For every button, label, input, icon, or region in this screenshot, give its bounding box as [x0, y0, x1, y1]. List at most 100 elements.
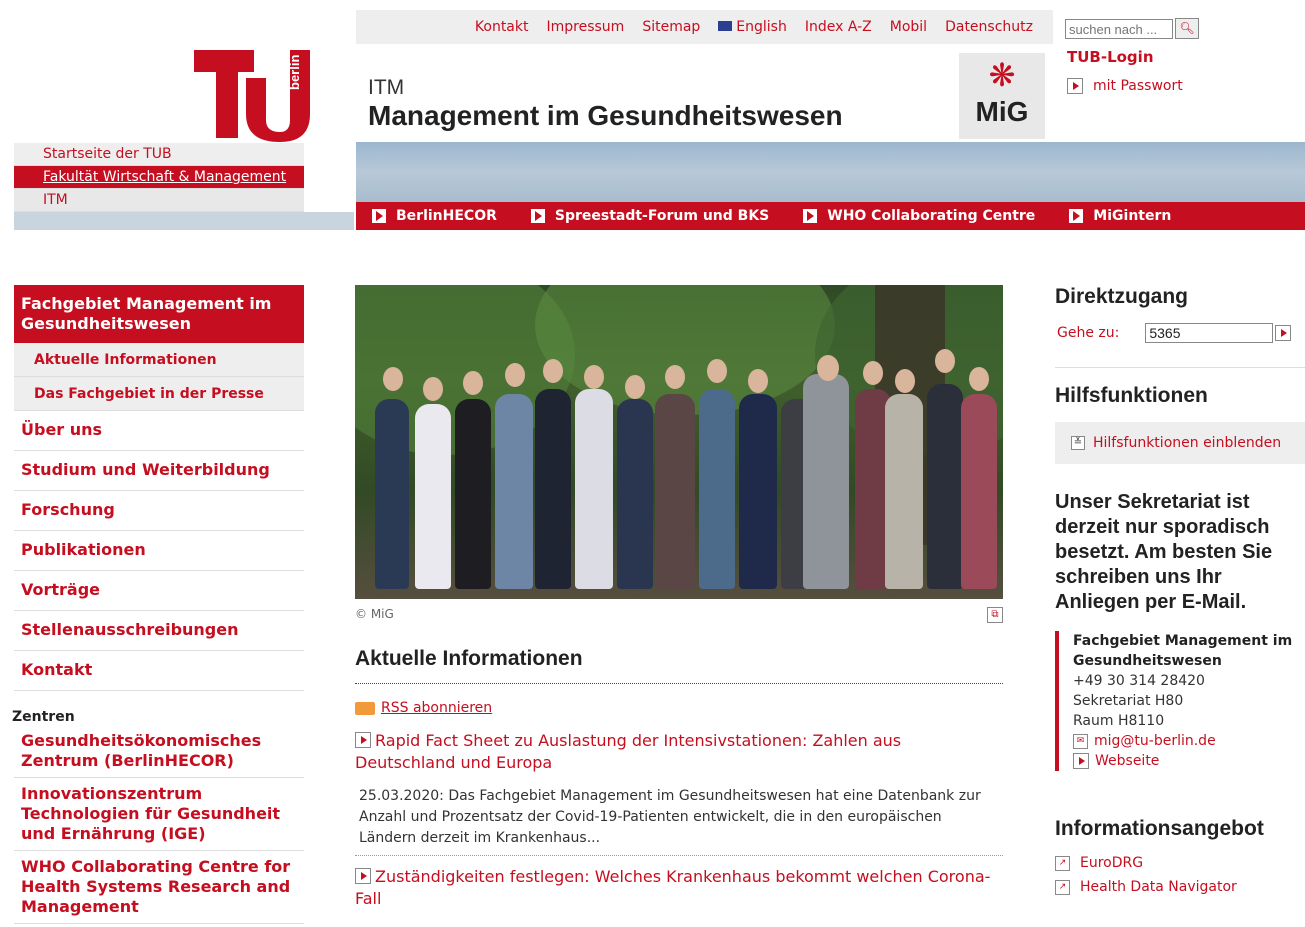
- news-item-title[interactable]: Rapid Fact Sheet zu Auslastung der Inten…: [355, 730, 1003, 774]
- right-sidebar: Direktzugang Gehe zu: Hilfsfunktionen ≚ …: [1055, 285, 1305, 895]
- tab-spreestadt-forum[interactable]: Spreestadt-Forum und BKS: [530, 208, 770, 224]
- login-password-label: mit Passwort: [1093, 78, 1183, 94]
- news-title-text: Zuständigkeiten festlegen: Welches Krank…: [355, 867, 991, 908]
- search-area: 🔍︎: [1053, 10, 1305, 44]
- arrow-right-icon: [355, 732, 371, 748]
- nav-item-ueber-uns[interactable]: Über uns: [14, 411, 304, 451]
- secretariat-notice: Unser Sekretariat ist derzeit nur sporad…: [1055, 491, 1273, 613]
- info-link-label: EuroDRG: [1080, 855, 1144, 871]
- contact-web-link[interactable]: Webseite: [1073, 751, 1305, 771]
- nav-item-vortraege[interactable]: Vorträge: [14, 571, 304, 611]
- svg-text:berlin: berlin: [287, 55, 302, 90]
- top-tabs: BerlinHECOR Spreestadt-Forum und BKS WHO…: [356, 202, 1305, 230]
- contact-phone: +49 30 314 28420: [1073, 673, 1205, 689]
- person-figure: [455, 399, 491, 589]
- person-head: [543, 359, 563, 383]
- help-toggle-button[interactable]: ≚ Hilfsfunktionen einblenden: [1055, 422, 1305, 464]
- person-head: [463, 371, 483, 395]
- info-link-eurodrg[interactable]: ↗ EuroDRG: [1055, 855, 1305, 871]
- left-sky-strip: [14, 212, 354, 230]
- meta-link-english[interactable]: English: [718, 10, 787, 44]
- goto-label: Gehe zu:: [1057, 325, 1120, 341]
- nav-item-studium[interactable]: Studium und Weiterbildung: [14, 451, 304, 491]
- page-title: Management im Gesundheitswesen: [368, 100, 843, 131]
- breadcrumb-itm[interactable]: ITM: [14, 189, 304, 212]
- person-head: [748, 369, 768, 393]
- person-head: [584, 365, 604, 389]
- breadcrumb-tub-home[interactable]: Startseite der TUB: [14, 143, 304, 166]
- nav-center-berlinhecor[interactable]: Gesundheitsökonomisches Zentrum (BerlinH…: [14, 725, 304, 778]
- person-figure: [375, 399, 409, 589]
- contact-email-link[interactable]: ✉ mig@tu-berlin.de: [1073, 731, 1305, 751]
- nav-item-forschung[interactable]: Forschung: [14, 491, 304, 531]
- meta-navigation: Kontakt Impressum Sitemap English Index …: [356, 10, 1053, 44]
- mail-icon: ✉: [1073, 733, 1088, 749]
- goto-input[interactable]: [1145, 323, 1274, 343]
- nav-sub-presse[interactable]: Das Fachgebiet in der Presse: [14, 377, 304, 411]
- nav-item-stellen[interactable]: Stellenausschreibungen: [14, 611, 304, 651]
- person-figure: [495, 394, 533, 589]
- meta-link-english-label: English: [736, 19, 787, 35]
- nav-center-who[interactable]: WHO Collaborating Centre for Health Syst…: [14, 851, 304, 924]
- tub-login-title[interactable]: TUB-Login: [1067, 48, 1305, 66]
- meta-link-kontakt[interactable]: Kontakt: [475, 10, 529, 44]
- person-figure: [535, 389, 571, 589]
- news-item-title[interactable]: Zuständigkeiten festlegen: Welches Krank…: [355, 866, 1003, 910]
- search-icon: 🔍︎: [1179, 21, 1195, 35]
- contact-org: Fachgebiet Management im Gesundheitswese…: [1073, 633, 1293, 669]
- nav-item-publikationen[interactable]: Publikationen: [14, 531, 304, 571]
- person-figure: [617, 399, 653, 589]
- meta-link-datenschutz[interactable]: Datenschutz: [945, 10, 1033, 44]
- tab-who-centre[interactable]: WHO Collaborating Centre: [803, 208, 1035, 224]
- arrow-right-icon: [372, 209, 386, 223]
- person-head: [505, 363, 525, 387]
- meta-link-index[interactable]: Index A-Z: [805, 10, 872, 44]
- team-photo[interactable]: [355, 285, 1003, 599]
- direct-access-title: Direktzugang: [1055, 285, 1189, 308]
- tab-berlinhecor[interactable]: BerlinHECOR: [372, 208, 497, 224]
- mig-logo-text: MiG: [975, 96, 1029, 127]
- site-header: Kontakt Impressum Sitemap English Index …: [356, 10, 1305, 230]
- uk-flag-icon: [718, 21, 733, 31]
- rss-subscribe-link[interactable]: RSS abonnieren: [355, 700, 1003, 716]
- person-head: [817, 355, 839, 381]
- meta-link-mobil[interactable]: Mobil: [890, 10, 927, 44]
- tab-migintern[interactable]: MiGintern: [1069, 208, 1171, 224]
- search-button[interactable]: 🔍︎: [1175, 18, 1199, 39]
- nav-section-zentren: Zentren: [12, 709, 75, 725]
- person-head: [625, 375, 645, 399]
- search-input[interactable]: [1065, 19, 1173, 39]
- person-figure: [739, 394, 777, 589]
- mig-logo[interactable]: ❋ MiG: [959, 53, 1045, 139]
- news-item-teaser: 25.03.2020: Das Fachgebiet Management im…: [355, 786, 1003, 856]
- person-head: [969, 367, 989, 391]
- external-link-icon: ↗: [1055, 879, 1070, 895]
- arrow-right-icon: [1073, 753, 1089, 769]
- news-title-text: Rapid Fact Sheet zu Auslastung der Inten…: [355, 731, 902, 772]
- contact-box: Fachgebiet Management im Gesundheitswese…: [1055, 631, 1305, 771]
- tab-label: Spreestadt-Forum und BKS: [554, 208, 770, 224]
- person-head: [383, 367, 403, 391]
- external-link-icon: ↗: [1055, 855, 1070, 871]
- person-head: [665, 365, 685, 389]
- nav-sub-aktuelle-informationen[interactable]: Aktuelle Informationen: [14, 343, 304, 377]
- goto-submit-button[interactable]: [1275, 325, 1292, 341]
- meta-link-impressum[interactable]: Impressum: [546, 10, 624, 44]
- login-password-link[interactable]: mit Passwort: [1067, 78, 1305, 94]
- site-title-area: ITM Management im Gesundheitswesen ❋ MiG: [356, 44, 1053, 142]
- person-figure: [885, 394, 923, 589]
- info-title: Informationsangebot: [1055, 817, 1264, 840]
- nav-center-ige[interactable]: Innovationszentrum Technologien für Gesu…: [14, 778, 304, 851]
- tab-label: MiGintern: [1093, 208, 1172, 224]
- tu-berlin-logo[interactable]: berlin: [194, 50, 310, 142]
- meta-link-sitemap[interactable]: Sitemap: [642, 10, 700, 44]
- breadcrumb-faculty[interactable]: Fakultät Wirtschaft & Management: [14, 166, 304, 189]
- photo-copyright: © MiG: [355, 607, 394, 621]
- institute-label: ITM: [368, 76, 405, 99]
- arrow-right-icon: [530, 209, 545, 223]
- nav-current-section[interactable]: Fachgebiet Management im Gesundheitswese…: [14, 285, 304, 343]
- enlarge-image-icon[interactable]: ⧉: [987, 607, 1003, 623]
- info-link-health-data-navigator[interactable]: ↗ Health Data Navigator: [1055, 879, 1305, 895]
- person-head: [707, 359, 727, 383]
- nav-item-kontakt[interactable]: Kontakt: [14, 651, 304, 691]
